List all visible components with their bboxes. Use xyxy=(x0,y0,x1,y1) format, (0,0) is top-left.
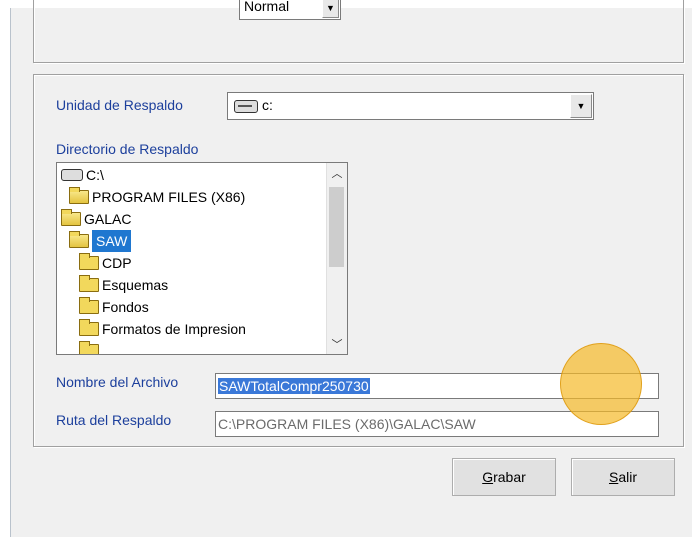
save-mnemonic: G xyxy=(482,469,494,485)
drive-icon xyxy=(61,169,83,181)
exit-label-rest: alir xyxy=(618,469,637,485)
tree-scrollbar[interactable]: ︿ ﹀ xyxy=(326,163,347,354)
tree-item-label: PROGRAM FILES (X86) xyxy=(92,189,246,205)
folder-icon xyxy=(79,341,99,354)
mode-combo-value: Normal xyxy=(244,0,290,14)
tree-item-label: SAW xyxy=(92,230,132,252)
open-folder-icon xyxy=(69,187,89,204)
drive-icon xyxy=(234,100,258,113)
tree-item[interactable]: SAW xyxy=(69,230,132,252)
exit-button[interactable]: Salir xyxy=(571,458,675,496)
folder-icon xyxy=(79,297,99,314)
tree-item[interactable]: GALAC xyxy=(61,208,131,230)
tree-item-label: Formatos de Impresion xyxy=(102,321,246,337)
tree-item[interactable]: PROGRAM FILES (X86) xyxy=(69,186,245,208)
save-label-rest: rabar xyxy=(493,469,526,485)
open-folder-icon xyxy=(69,231,89,248)
tree-item[interactable]: Esquemas xyxy=(79,274,168,296)
backup-unit-value: c: xyxy=(262,97,273,113)
save-button[interactable]: Grabar xyxy=(452,458,556,496)
tree-item[interactable] xyxy=(79,340,102,354)
tree-item[interactable]: Fondos xyxy=(79,296,149,318)
tree-item-label: GALAC xyxy=(84,211,132,227)
backup-dir-label: Directorio de Respaldo xyxy=(56,141,199,157)
tree-item-label: C:\ xyxy=(86,167,104,183)
file-name-value: SAWTotalCompr250730 xyxy=(218,378,370,394)
mode-combo[interactable]: Normal ▼ xyxy=(239,0,341,20)
scroll-up-icon[interactable]: ︿ xyxy=(327,163,347,183)
scroll-thumb[interactable] xyxy=(329,187,344,267)
tree-item[interactable]: C:\ xyxy=(61,164,104,186)
backup-unit-label: Unidad de Respaldo xyxy=(56,97,183,113)
folder-icon xyxy=(79,275,99,292)
tree-item-label: Fondos xyxy=(102,299,149,315)
cursor-highlight xyxy=(560,343,642,425)
options-groupbox xyxy=(33,0,684,63)
chevron-down-icon[interactable]: ▼ xyxy=(570,94,592,118)
tree-item-label: CDP xyxy=(102,255,132,271)
backup-path-label: Ruta del Respaldo xyxy=(56,412,172,428)
backup-path-value: C:\PROGRAM FILES (X86)\GALAC\SAW xyxy=(218,416,476,432)
tree-item[interactable]: Formatos de Impresion xyxy=(79,318,246,340)
tree-item[interactable]: CDP xyxy=(79,252,132,274)
backup-unit-combo[interactable]: c: ▼ xyxy=(227,92,594,120)
exit-mnemonic: S xyxy=(608,469,619,485)
open-folder-icon xyxy=(61,209,81,226)
folder-icon xyxy=(79,253,99,270)
scroll-down-icon[interactable]: ﹀ xyxy=(327,334,347,354)
folder-icon xyxy=(79,319,99,336)
tree-item-label: Esquemas xyxy=(102,277,169,293)
backup-dir-tree[interactable]: C:\ PROGRAM FILES (X86) GALAC SAW CDP Esquema… xyxy=(56,162,348,355)
chevron-down-icon[interactable]: ▼ xyxy=(322,0,339,18)
window-left-edge xyxy=(0,0,11,537)
file-name-label: Nombre del Archivo xyxy=(56,374,179,390)
